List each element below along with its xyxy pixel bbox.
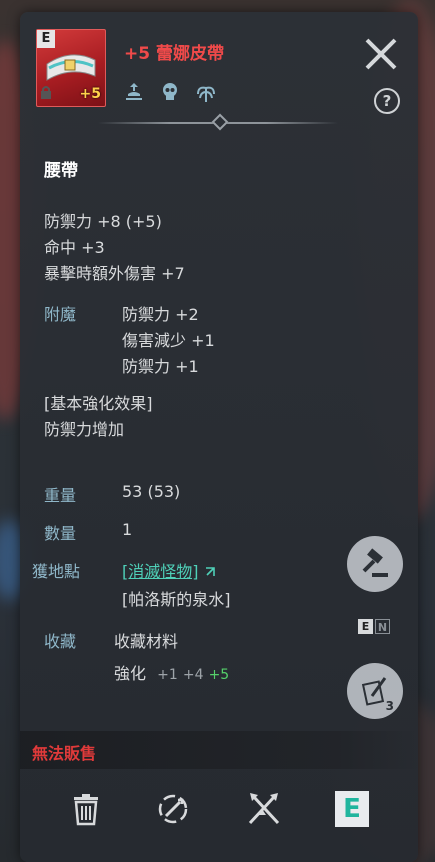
memo-count: 3 <box>385 699 394 713</box>
transform-button[interactable] <box>151 787 195 831</box>
weight-value: 53 (53) <box>122 482 181 501</box>
close-button[interactable] <box>361 34 401 74</box>
toggle-e[interactable]: E <box>358 619 373 634</box>
stat-line: 防禦力 +8 (+5) <box>44 212 162 231</box>
skull-icon[interactable] <box>156 78 184 106</box>
enhance-effect-title: [基本強化效果] <box>44 394 153 413</box>
gavel-icon <box>362 548 388 577</box>
item-type: 腰帶 <box>44 161 78 181</box>
help-button[interactable]: ? <box>374 88 400 114</box>
memo-button[interactable]: 3 <box>347 663 403 719</box>
delete-button[interactable] <box>64 787 108 831</box>
cycle-icon <box>158 794 188 824</box>
item-icon: E +5 <box>36 29 106 107</box>
count-value: 1 <box>122 520 133 539</box>
equip-letter: E <box>343 794 361 824</box>
language-toggle: E N <box>358 619 390 634</box>
auction-button[interactable] <box>347 536 403 592</box>
equip-icon: E <box>335 791 369 827</box>
enchant-line: 防禦力 +1 <box>122 357 199 376</box>
lock-icon <box>40 84 52 103</box>
location-link-wrap: [消滅怪物] <box>122 558 216 582</box>
equip-button[interactable]: E <box>330 787 374 831</box>
bottom-toolbar: E <box>20 772 418 852</box>
weight-label: 重量 <box>44 486 77 505</box>
location-place: [帕洛斯的泉水] <box>122 590 231 609</box>
location-label: 獲地點 <box>32 562 81 581</box>
enhance-badge: +5 <box>79 86 101 102</box>
location-link[interactable]: [消滅怪物] <box>122 562 199 581</box>
count-label: 數量 <box>44 524 77 543</box>
item-title: +5 蕾娜皮帶 <box>124 44 224 64</box>
crossed-tools-icon <box>248 793 280 825</box>
collection-value: 收藏材料 <box>114 632 179 651</box>
external-link-icon[interactable] <box>204 566 216 578</box>
collection-label: 收藏 <box>44 632 77 651</box>
close-icon <box>365 38 397 70</box>
divider-diamond <box>211 113 229 131</box>
enchant-label: 附魔 <box>44 305 77 324</box>
enchant-line: 傷害減少 +1 <box>122 331 215 350</box>
stat-line: 暴擊時額外傷害 +7 <box>44 264 185 283</box>
enhance-effect-value: 防禦力增加 <box>44 420 125 439</box>
item-attribute-icons <box>120 78 220 106</box>
plant-icon[interactable] <box>192 78 220 106</box>
item-tooltip-panel: E +5 +5 蕾娜皮帶 ? 腰帶 防禦力 +8 (+5) 命中 +3 暴擊時額… <box>20 12 418 862</box>
trash-icon <box>74 794 98 826</box>
enhance-levels: 強化 +1 +4 +5 <box>114 660 229 684</box>
toggle-n[interactable]: N <box>375 619 390 634</box>
enchant-line: 防禦力 +2 <box>122 305 199 324</box>
enhance-label: 強化 <box>114 664 147 683</box>
dismantle-button[interactable] <box>242 787 286 831</box>
enhance-level: +4 <box>182 667 204 683</box>
enhance-level: +1 <box>157 667 178 683</box>
trade-icon[interactable] <box>120 78 148 106</box>
enhance-level-current: +5 <box>208 667 230 683</box>
unsellable-label: 無法販售 <box>32 744 97 763</box>
stat-line: 命中 +3 <box>44 238 105 257</box>
